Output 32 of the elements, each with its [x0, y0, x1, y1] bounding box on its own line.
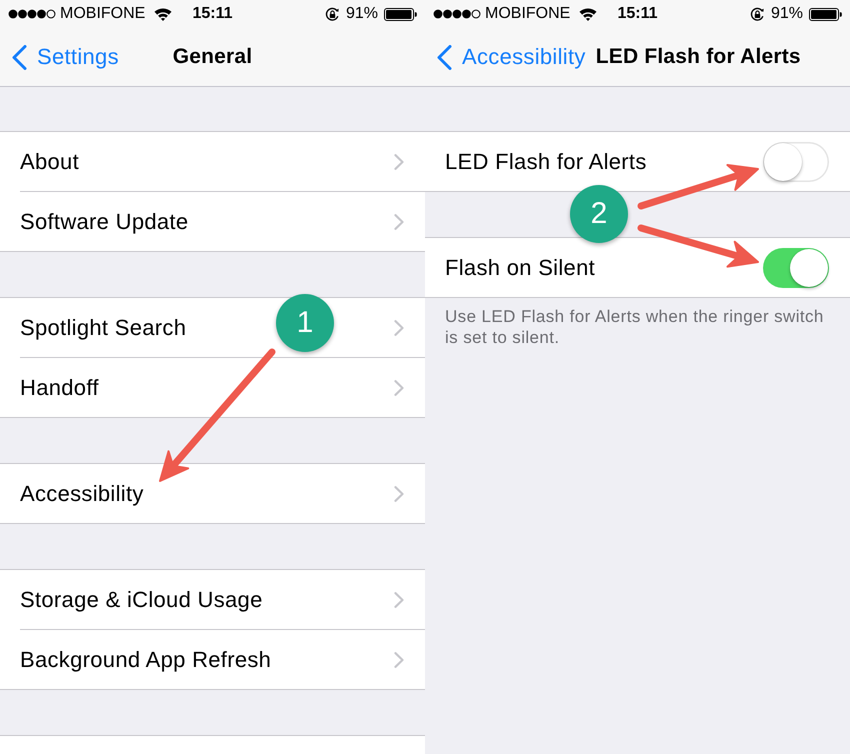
setting-label: Flash on Silent	[445, 254, 596, 280]
rotation-lock-icon	[750, 6, 765, 22]
chevron-icon	[394, 380, 404, 396]
status-time: 15:11	[192, 4, 233, 24]
chevron-icon	[394, 652, 404, 668]
back-chevron-icon	[12, 44, 27, 70]
back-button[interactable]: Accessibility	[425, 35, 596, 79]
carrier-name: MOBIFONE	[485, 4, 570, 24]
setting-label: LED Flash for Alerts	[445, 148, 647, 174]
chevron-icon	[394, 320, 404, 336]
chevron-icon	[394, 214, 404, 230]
page-title: General	[172, 45, 252, 69]
chevron-icon	[394, 592, 404, 608]
back-button[interactable]: Settings	[0, 35, 129, 79]
group-footer-text: Use LED Flash for Alerts when the ringer switch is set to silent.	[444, 306, 825, 348]
toggle-switch[interactable]	[763, 142, 829, 182]
carrier-name: MOBIFONE	[60, 4, 146, 24]
toggle-switch[interactable]	[763, 248, 829, 288]
battery-icon	[384, 8, 417, 20]
rotation-lock-icon	[324, 6, 340, 22]
wifi-icon	[579, 8, 598, 20]
wifi-icon	[154, 8, 172, 20]
signal-strength-icon	[433, 9, 481, 19]
chevron-icon	[394, 486, 404, 502]
chevron-icon	[394, 154, 404, 170]
battery-icon	[809, 8, 842, 20]
battery-percent: 91%	[346, 4, 378, 24]
battery-percent: 91%	[770, 4, 803, 24]
status-time: 15:11	[617, 4, 658, 24]
back-chevron-icon	[437, 44, 452, 70]
page-title: LED Flash for Alerts	[596, 45, 801, 69]
signal-strength-icon	[8, 9, 56, 19]
